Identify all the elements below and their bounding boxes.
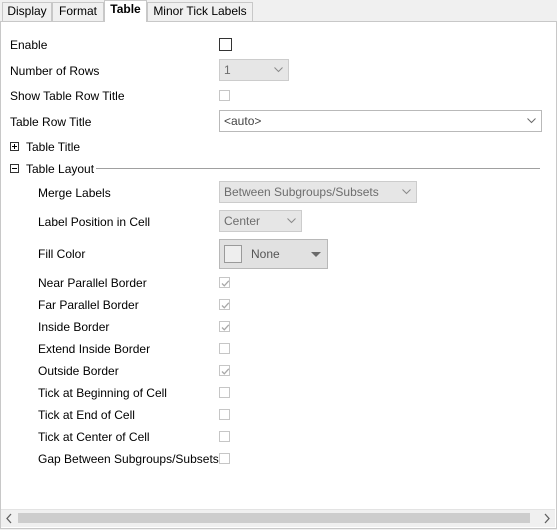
group-divider <box>96 168 540 169</box>
option-checkbox[interactable] <box>219 431 230 442</box>
chevron-down-icon <box>402 189 411 195</box>
minus-icon <box>12 168 17 169</box>
tab-table[interactable]: Table <box>104 0 147 22</box>
option-label: Outside Border <box>38 364 119 378</box>
scroll-right-button[interactable] <box>538 510 555 527</box>
checkmark-icon <box>221 302 230 309</box>
plus-icon-vertical <box>14 144 15 149</box>
option-checkbox[interactable] <box>219 277 230 288</box>
caret-down-icon <box>311 252 321 257</box>
merge-labels-dropdown[interactable]: Between Subgroups/Subsets <box>219 181 417 203</box>
option-label: Far Parallel Border <box>38 298 139 312</box>
table-row-title-dropdown[interactable]: <auto> <box>219 110 542 132</box>
number-of-rows-label: Number of Rows <box>10 64 100 78</box>
fill-color-label: Fill Color <box>38 247 86 261</box>
label-position-value: Center <box>224 214 261 228</box>
option-checkbox[interactable] <box>219 365 230 376</box>
chevron-down-icon <box>287 218 296 224</box>
checkmark-icon <box>221 280 230 287</box>
show-table-row-title-checkbox[interactable] <box>219 90 230 101</box>
option-checkbox[interactable] <box>219 321 230 332</box>
option-label: Tick at End of Cell <box>38 408 135 422</box>
merge-labels-label: Merge Labels <box>38 186 111 200</box>
label-position-dropdown[interactable]: Center <box>219 210 302 232</box>
option-label: Near Parallel Border <box>38 276 147 290</box>
table-row-title-label: Table Row Title <box>10 115 92 129</box>
color-swatch <box>224 245 242 263</box>
option-checkbox[interactable] <box>219 453 230 464</box>
option-checkbox[interactable] <box>219 409 230 420</box>
option-checkbox[interactable] <box>219 299 230 310</box>
number-of-rows-value: 1 <box>224 63 231 77</box>
enable-label: Enable <box>10 38 48 52</box>
tab-minor-tick-labels[interactable]: Minor Tick Labels <box>147 2 253 21</box>
option-checkbox[interactable] <box>219 343 230 354</box>
checkmark-icon <box>221 368 230 375</box>
option-label: Gap Between Subgroups/Subsets <box>38 452 219 466</box>
tab-format[interactable]: Format <box>52 2 104 21</box>
fill-color-picker[interactable]: None <box>219 239 328 269</box>
number-of-rows-dropdown[interactable]: 1 <box>219 59 289 81</box>
chevron-down-icon <box>527 118 536 124</box>
horizontal-scrollbar[interactable] <box>1 509 555 527</box>
checkmark-icon <box>221 324 230 331</box>
merge-labels-value: Between Subgroups/Subsets <box>224 185 379 199</box>
option-label: Inside Border <box>38 320 110 334</box>
table-layout-group-label[interactable]: Table Layout <box>26 162 94 176</box>
chevron-left-icon <box>6 513 12 524</box>
tab-strip: Display Format Table Minor Tick Labels <box>0 0 557 22</box>
option-label: Extend Inside Border <box>38 342 151 356</box>
scroll-left-button[interactable] <box>1 510 18 527</box>
tab-display[interactable]: Display <box>2 2 52 21</box>
show-table-row-title-label: Show Table Row Title <box>10 89 125 103</box>
chevron-right-icon <box>544 513 550 524</box>
scrollbar-thumb[interactable] <box>18 513 530 523</box>
label-position-label: Label Position in Cell <box>38 215 151 229</box>
enable-checkbox[interactable] <box>219 38 232 51</box>
chevron-down-icon <box>274 67 283 73</box>
table-row-title-value: <auto> <box>224 114 262 128</box>
option-checkbox[interactable] <box>219 387 230 398</box>
table-layout-collapse-toggle[interactable] <box>10 164 19 173</box>
option-label: Tick at Beginning of Cell <box>38 386 167 400</box>
table-title-expand-toggle[interactable] <box>10 142 19 151</box>
fill-color-value: None <box>251 247 280 261</box>
option-label: Tick at Center of Cell <box>38 430 150 444</box>
table-title-group-label[interactable]: Table Title <box>26 140 80 154</box>
